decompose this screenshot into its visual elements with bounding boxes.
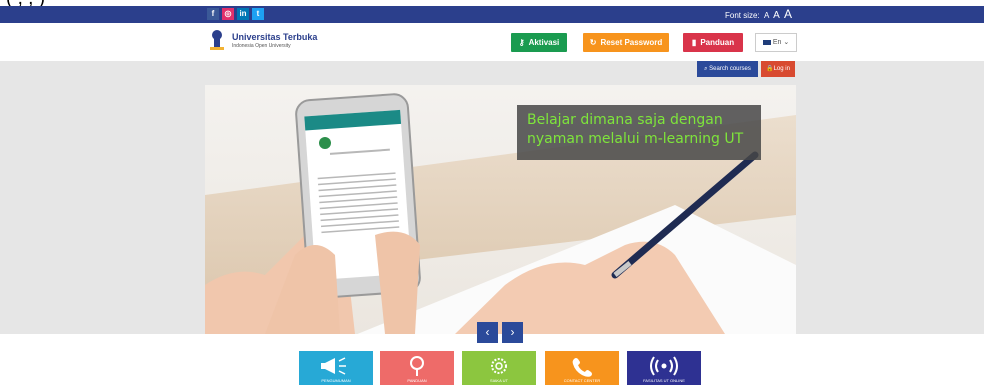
search-courses-button[interactable]: ⌕ Search courses	[697, 61, 758, 77]
tile-panduan[interactable]: PANDUAN	[380, 351, 454, 385]
tile-label: FASILITAS UT ONLINE	[643, 378, 685, 383]
font-size-large[interactable]: A	[784, 7, 792, 21]
tile-label: CONTACT CENTER	[563, 378, 601, 383]
hero-slider: Belajar dimana saja dengan nyaman melalu…	[205, 85, 796, 334]
phone-icon	[572, 358, 592, 377]
key-icon: ⚷	[518, 38, 525, 47]
chevron-left-icon: ‹	[485, 325, 490, 339]
top-bar: f ◎ in t Font size: A A A	[0, 6, 984, 23]
search-icon: ⌕	[704, 66, 708, 72]
font-size-control: Font size: A A A	[723, 8, 792, 22]
facebook-icon[interactable]: f	[207, 8, 219, 20]
linkedin-icon[interactable]: in	[237, 8, 249, 20]
uk-flag-icon	[762, 39, 771, 45]
map-pin-icon	[410, 356, 424, 376]
megaphone-icon	[321, 357, 346, 375]
slider-prev-button[interactable]: ‹	[477, 322, 498, 343]
chevron-right-icon: ›	[510, 325, 515, 339]
reset-password-button[interactable]: ↻ Reset Password	[583, 33, 669, 52]
twitter-icon[interactable]: t	[252, 8, 264, 20]
slide-caption-line1: Belajar dimana saja dengan	[527, 112, 723, 128]
ut-logo-icon[interactable]	[208, 29, 226, 51]
tile-label: SIAKA UT	[489, 378, 508, 383]
tile-contact-center[interactable]: CONTACT CENTER	[545, 351, 619, 385]
font-size-medium[interactable]: A	[773, 10, 780, 21]
font-size-label: Font size:	[725, 11, 760, 20]
tile-fasilitas-ut-online[interactable]: FASILITAS UT ONLINE	[627, 351, 701, 385]
font-size-small[interactable]: A	[764, 11, 769, 20]
tile-label: PANDUAN	[407, 378, 427, 383]
tile-siaka-ut[interactable]: SIAKA UT	[462, 351, 536, 385]
lock-icon: 🔒	[766, 66, 774, 72]
tile-pengumuman[interactable]: PENGUMUMAN	[299, 351, 373, 385]
broadcast-icon	[650, 356, 678, 376]
slide-caption: Belajar dimana saja dengan nyaman melalu…	[517, 105, 761, 160]
slide-caption-line2: nyaman melalui m-learning UT	[527, 131, 744, 147]
aktivasi-button[interactable]: ⚷ Aktivasi	[511, 33, 567, 52]
gear-icon	[491, 358, 507, 374]
login-button[interactable]: 🔒Log in	[761, 61, 795, 77]
instagram-icon[interactable]: ◎	[222, 8, 234, 20]
document-icon: ▮	[691, 38, 697, 47]
site-header: Universitas Terbuka Indonesia Open Unive…	[0, 23, 984, 61]
refresh-icon: ↻	[589, 38, 597, 47]
language-selector[interactable]: En ⌄	[755, 33, 797, 52]
logo-title[interactable]: Universitas Terbuka	[232, 32, 317, 42]
logo-subtitle: Indonesia Open University	[232, 43, 291, 49]
tile-label: PENGUMUMAN	[321, 378, 351, 383]
panduan-button[interactable]: ▮ Panduan	[683, 33, 743, 52]
slider-next-button[interactable]: ›	[502, 322, 523, 343]
